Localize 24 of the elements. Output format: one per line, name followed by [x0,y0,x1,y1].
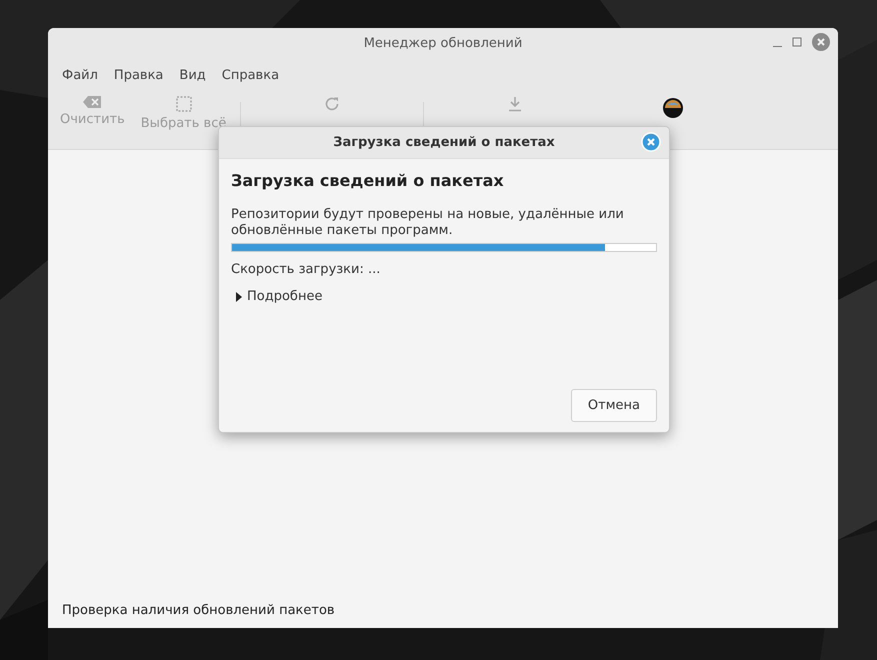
backspace-icon [83,96,102,108]
status-text: Проверка наличия обновлений пакетов [61,603,336,620]
details-expander[interactable]: Подробнее [231,289,322,304]
refresh-icon [324,96,340,112]
download-speed: Скорость загрузки: ... [231,262,382,277]
menu-item[interactable]: Справка [214,68,288,82]
dialog-message: Репозитории будут проверены на новые, удалённые или обновлённые пакеты программ. [231,207,625,239]
close-icon [641,132,661,152]
caret-icon [235,292,243,302]
menu-item[interactable]: Вид [171,68,214,82]
close-button[interactable] [812,33,830,51]
dialog-title: Загрузка сведений о пакетах [333,135,555,150]
close-icon [812,33,830,51]
download-icon [507,96,524,112]
cancel-button[interactable]: Отмена [570,389,657,422]
maximize-button[interactable] [792,37,802,47]
menu-item[interactable]: Правка [106,68,172,82]
close-button[interactable] [641,132,661,152]
maximize-icon [792,37,802,47]
menu-item[interactable]: Файл [54,68,106,82]
select-all-icon [176,96,192,112]
window-title: Менеджер обновлений [364,36,522,50]
dialog-heading: Загрузка сведений о пакетах [231,171,505,190]
status-globe-icon[interactable] [662,97,684,119]
